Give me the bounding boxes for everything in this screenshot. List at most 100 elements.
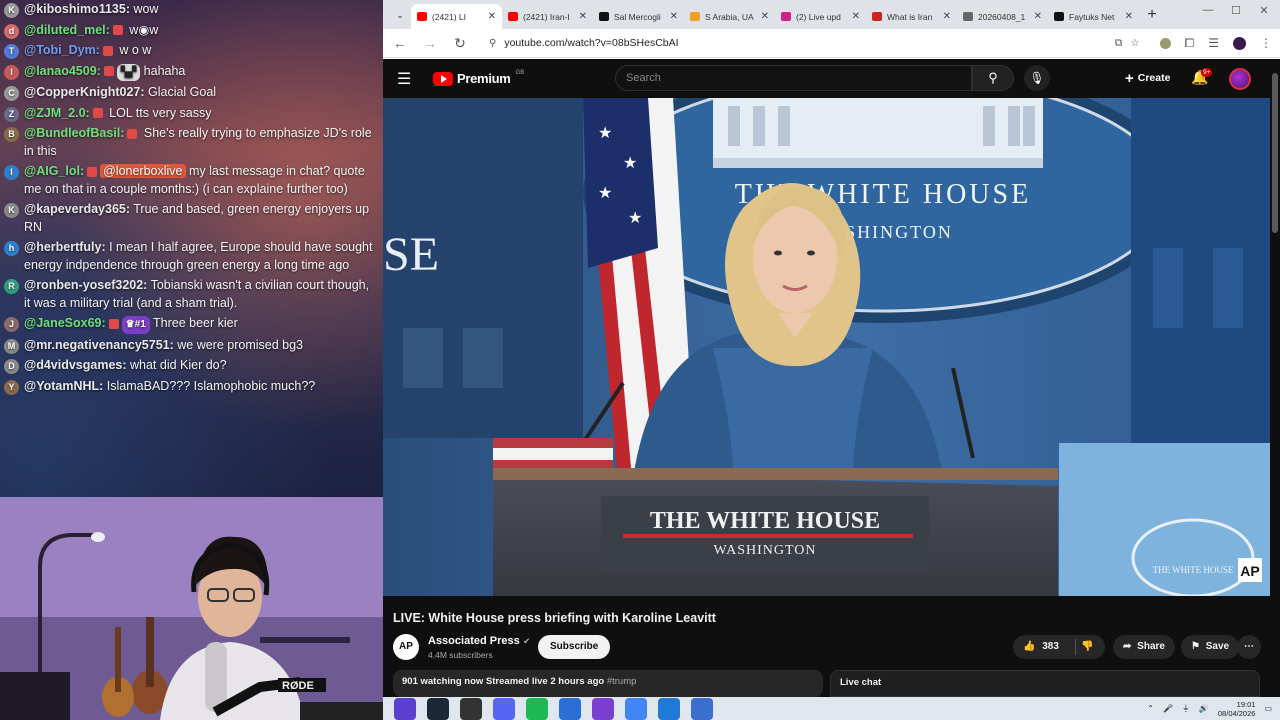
address-bar[interactable]: ⚲ youtube.com/watch?v=08bSHesCbAI ⧉ ☆ — [481, 32, 1148, 54]
browser-tab[interactable]: (2) Live upd ✕ — [775, 4, 866, 29]
back-icon[interactable]: ← — [391, 35, 409, 51]
tab-close-icon[interactable]: ✕ — [1034, 11, 1042, 22]
tab-close-icon[interactable]: ✕ — [852, 11, 860, 22]
browser-tab[interactable]: (2421) LI ✕ — [411, 4, 502, 29]
channel-name[interactable]: Associated Press — [428, 635, 520, 647]
reload-icon[interactable]: ↻ — [451, 35, 469, 52]
microphone-icon[interactable]: 🎤 — [1163, 704, 1173, 713]
steam-icon[interactable] — [427, 697, 449, 720]
close-window-icon[interactable]: ✕ — [1249, 4, 1279, 17]
bookmark-star-icon[interactable]: ☆ — [1130, 37, 1139, 49]
page-scrollbar[interactable] — [1270, 59, 1280, 697]
browser-tab[interactable]: What is Iran ✕ — [866, 4, 957, 29]
description-hashtag[interactable]: #trump — [607, 676, 637, 687]
obs-icon[interactable] — [460, 697, 482, 720]
scrollbar-thumb[interactable] — [1272, 73, 1278, 233]
tab-close-icon[interactable]: ✕ — [761, 11, 769, 22]
extensions-puzzle-icon[interactable]: ⧠ — [1185, 36, 1195, 51]
tab-favicon-icon — [1054, 12, 1064, 21]
voice-search-icon[interactable]: 🎙 — [1024, 65, 1050, 91]
chat-avatar: d — [4, 23, 19, 39]
site-info-icon[interactable]: ⚲ — [489, 38, 496, 49]
subscribe-button[interactable]: Subscribe — [538, 635, 611, 659]
chat-avatar: D — [4, 359, 19, 374]
app-blue2-icon[interactable] — [658, 697, 680, 720]
save-button[interactable]: ⚑ Save — [1181, 635, 1240, 659]
dislike-button[interactable]: 👎 — [1081, 635, 1093, 659]
new-tab-button[interactable]: + — [1141, 4, 1163, 26]
browser-tab[interactable]: S Arabia, UA ✕ — [684, 4, 775, 29]
tab-close-icon[interactable]: ✕ — [943, 11, 951, 22]
browser-tab[interactable]: 20260408_1 ✕ — [957, 4, 1048, 29]
network-icon[interactable]: ⏚ — [1182, 703, 1190, 714]
tab-search-dropdown-icon[interactable]: ⌄ — [389, 4, 411, 26]
account-avatar[interactable] — [1229, 68, 1251, 90]
forward-icon[interactable]: → — [421, 35, 439, 51]
share-button[interactable]: ➦ Share — [1113, 635, 1175, 659]
volume-icon[interactable]: 🔊 — [1199, 704, 1209, 713]
chrome-icon[interactable] — [625, 697, 647, 720]
url-text[interactable]: youtube.com/watch?v=08bSHesCbAI — [504, 37, 678, 49]
arc-icon[interactable] — [394, 697, 416, 720]
like-button[interactable]: 👍 383 — [1023, 635, 1059, 659]
more-actions-icon[interactable]: ⋯ — [1237, 635, 1261, 659]
chat-avatar: M — [4, 338, 19, 354]
description-box[interactable]: 901 watching now Streamed live 2 hours a… — [393, 670, 823, 697]
install-app-icon[interactable]: ⧉ — [1115, 37, 1123, 50]
browser-tab[interactable]: Sal Mercogli ✕ — [593, 4, 684, 29]
app-purple-icon[interactable] — [592, 697, 614, 720]
channel-avatar[interactable]: AP — [393, 634, 419, 660]
chat-message-body: @JaneSox69: ♛#1 Three beer kier — [24, 315, 375, 334]
tab-close-icon[interactable]: ✕ — [670, 11, 678, 22]
chat-message-body: @YotamNHL: IslamaBAD??? Islamophobic muc… — [24, 378, 375, 396]
maximize-icon[interactable]: ☐ — [1221, 4, 1251, 17]
tab-close-icon[interactable]: ✕ — [579, 11, 587, 22]
video-player[interactable]: SE THE WHITE HOUSE WASHINGTON ★ ★ ★ ★ TH… — [383, 98, 1270, 596]
chat-message-body: @BundleofBasil: She's really trying to e… — [24, 125, 375, 160]
spotify-icon[interactable] — [526, 697, 548, 720]
chat-message-body: @kapeverday365: True and based, green en… — [24, 201, 375, 236]
mic-brand-label: RØDE — [282, 680, 314, 692]
tab-close-icon[interactable]: ✕ — [488, 11, 496, 22]
calculator-icon[interactable] — [691, 697, 713, 720]
tab-favicon-icon — [963, 12, 973, 21]
tab-close-icon[interactable]: ✕ — [1125, 11, 1133, 22]
chat-message-body: @Tobi_Dym: w o w — [24, 42, 375, 60]
chat-avatar: I — [4, 165, 19, 180]
chat-username: @diluted_mel: — [24, 22, 110, 37]
search-input[interactable]: Search — [615, 65, 972, 91]
youtube-page: ☰ Premium GB Search ⚲ 🎙 + Create 🔔 9+ SE… — [383, 59, 1280, 697]
channel-row: AP Associated Press ✔ 4.4M subscribers S… — [393, 633, 1263, 663]
member-badge-icon — [103, 66, 114, 77]
hamburger-menu-icon[interactable]: ☰ — [397, 69, 417, 89]
youtube-logo-text: Premium — [457, 71, 511, 86]
tab-title: What is Iran — [887, 11, 933, 22]
chat-message-body: @CopperKnight027: Glacial Goal — [24, 84, 375, 102]
chat-text: w o w — [115, 43, 152, 57]
youtube-header: ☰ Premium GB Search ⚲ 🎙 + Create 🔔 9+ — [383, 59, 1280, 98]
channel-subscriber-count: 4.4M subscribers — [428, 650, 493, 660]
webcam-feed: RØDE — [0, 497, 383, 720]
search-icon[interactable]: ⚲ — [972, 65, 1014, 91]
extension-icon[interactable] — [1159, 37, 1171, 49]
discord-icon[interactable] — [493, 697, 515, 720]
clock[interactable]: 19:01 08/04/2026 — [1218, 700, 1256, 718]
app-blue-icon[interactable] — [559, 697, 581, 720]
browser-menu-icon[interactable]: ⋮ — [1260, 36, 1272, 50]
notification-center-icon[interactable]: ▭ — [1264, 704, 1272, 713]
member-badge-icon — [108, 318, 119, 329]
browser-tab[interactable]: (2421) Iran-I ✕ — [502, 4, 593, 29]
create-button[interactable]: + Create — [1125, 67, 1170, 89]
podium-text-top: THE WHITE HOUSE — [650, 508, 880, 534]
reading-list-icon[interactable]: ☰ — [1208, 36, 1219, 50]
chat-message: Y @YotamNHL: IslamaBAD??? Islamophobic mu… — [0, 377, 383, 398]
profile-avatar-icon[interactable] — [1233, 36, 1246, 50]
taskbar-apps — [383, 697, 713, 720]
tab-list: (2421) LI ✕ (2421) Iran-I ✕ Sal Mercogli ✕ S A… — [411, 4, 1139, 29]
like-count: 383 — [1042, 641, 1059, 652]
chat-message: h @herbertfuly: I mean I half agree, Euro… — [0, 238, 383, 276]
browser-tab[interactable]: Faytuks Net ✕ — [1048, 4, 1139, 29]
youtube-logo[interactable]: Premium GB — [433, 70, 524, 86]
tray-chevron-icon[interactable]: ⌃ — [1147, 704, 1154, 713]
minimize-icon[interactable]: — — [1193, 4, 1223, 16]
